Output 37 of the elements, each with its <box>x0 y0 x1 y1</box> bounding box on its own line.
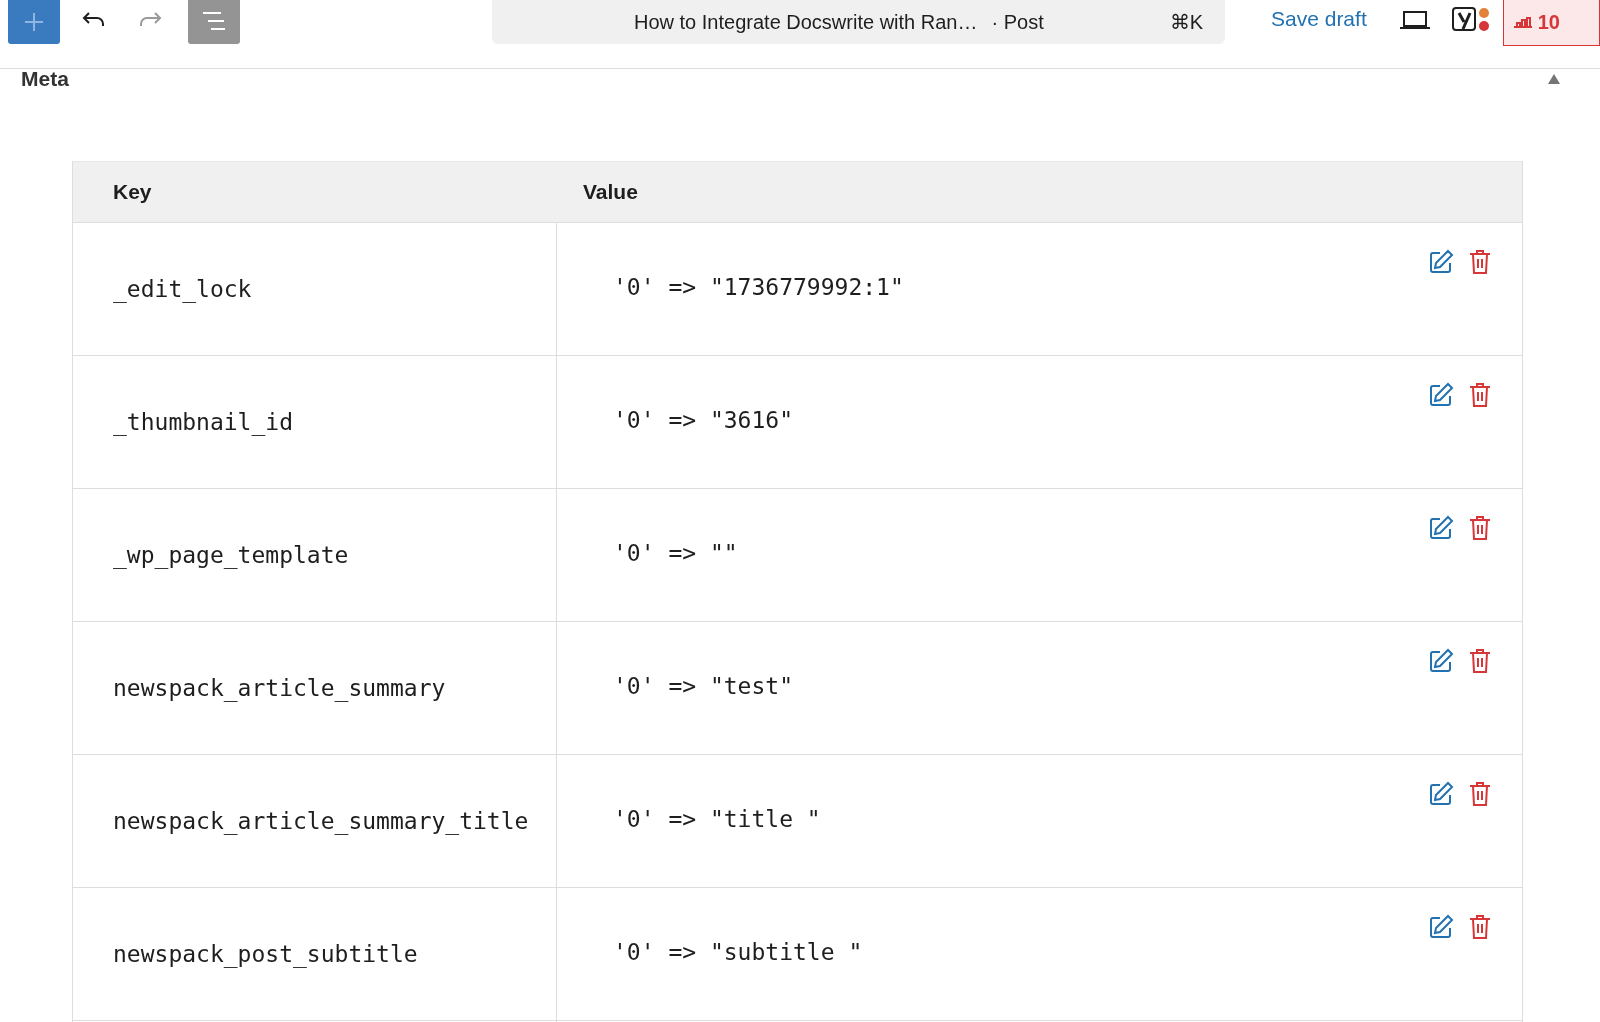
edit-icon[interactable] <box>1428 382 1454 408</box>
trash-icon[interactable] <box>1468 382 1492 408</box>
document-type: · Post <box>991 10 1044 34</box>
document-title: How to Integrate Docswrite with Ran… <box>634 10 978 34</box>
stats-button[interactable]: 10 <box>1502 0 1600 46</box>
meta-key: _thumbnail_id <box>113 409 293 435</box>
collapse-caret-icon[interactable] <box>1548 74 1560 84</box>
edit-icon[interactable] <box>1428 914 1454 940</box>
command-bar[interactable]: How to Integrate Docswrite with Ran… · Post ⌘K <box>492 0 1225 44</box>
meta-value: '0' => "test" <box>613 673 793 699</box>
meta-value: '0' => "title " <box>613 806 821 832</box>
shortcut-label: ⌘K <box>1169 10 1203 34</box>
edit-icon[interactable] <box>1428 781 1454 807</box>
meta-key: newspack_post_subtitle <box>113 941 418 967</box>
meta-key: _wp_page_template <box>113 542 349 568</box>
meta-value: '0' => "" <box>613 540 738 566</box>
edit-icon[interactable] <box>1428 648 1454 674</box>
meta-key: _edit_lock <box>113 276 252 302</box>
plus-icon <box>22 10 46 34</box>
meta-value: '0' => "3616" <box>613 407 793 433</box>
save-draft-button[interactable]: Save draft <box>1271 0 1367 38</box>
meta-key: newspack_article_summary <box>113 675 446 701</box>
trash-icon[interactable] <box>1468 914 1492 940</box>
document-overview-button[interactable] <box>188 0 240 44</box>
trash-icon[interactable] <box>1468 249 1492 275</box>
trash-icon[interactable] <box>1468 781 1492 807</box>
bar-chart-icon <box>1511 14 1534 31</box>
meta-key: newspack_article_summary_title <box>113 808 529 834</box>
trash-icon[interactable] <box>1468 515 1492 541</box>
column-header: Value <box>583 180 638 204</box>
trash-icon[interactable] <box>1468 648 1492 674</box>
panel-title: Meta <box>21 67 69 91</box>
edit-icon[interactable] <box>1428 515 1454 541</box>
meta-value: '0' => "1736779992:1" <box>613 274 904 300</box>
edit-icon[interactable] <box>1428 249 1454 275</box>
meta-value: '0' => "subtitle " <box>613 939 863 965</box>
column-header: Key <box>112 180 153 204</box>
